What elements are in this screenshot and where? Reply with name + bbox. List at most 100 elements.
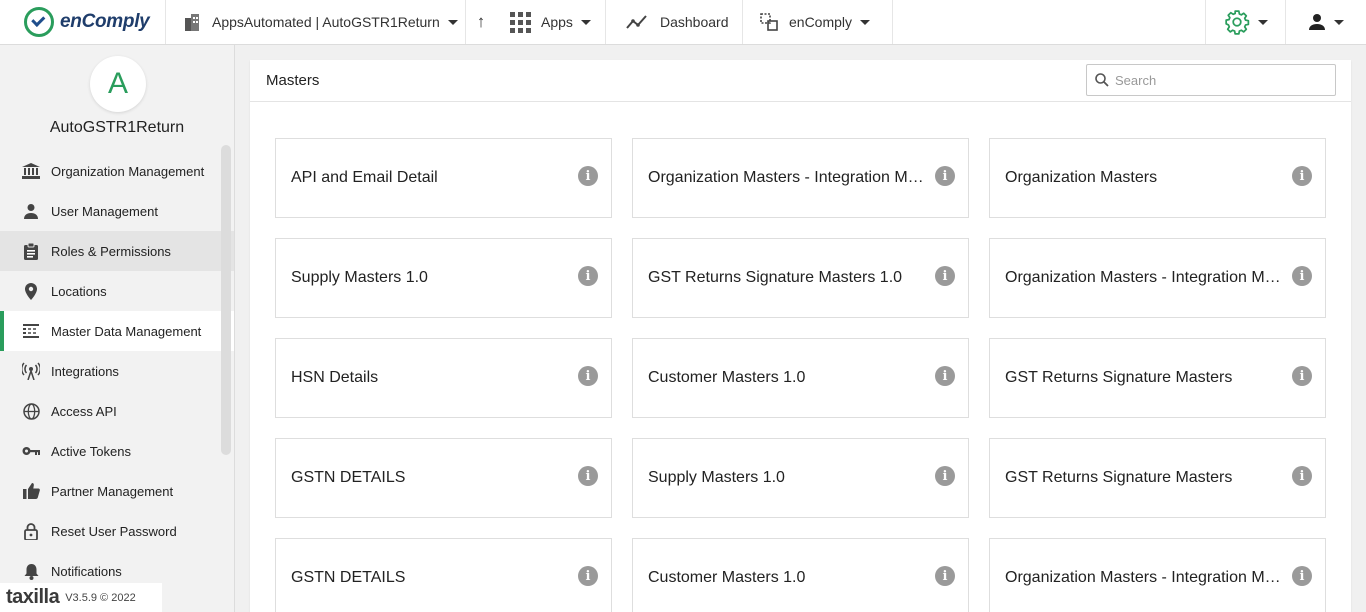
master-card[interactable]: Organization Masters - Integration Maste… (632, 138, 969, 218)
master-card-title: GST Returns Signature Masters (1005, 369, 1233, 386)
search-box[interactable] (1086, 64, 1336, 96)
top-navbar: enComply AppsAutomated | AutoGSTR1Return… (0, 0, 1366, 45)
search-icon (1095, 73, 1109, 87)
master-card[interactable]: Organization Masters - Integration Maste… (989, 538, 1326, 612)
master-card-title: Customer Masters 1.0 (648, 569, 806, 586)
user-menu[interactable] (1286, 0, 1366, 44)
search-input[interactable] (1115, 72, 1315, 88)
apps-label: Apps (541, 14, 573, 30)
sidebar-item-partner-management[interactable]: Partner Management (0, 471, 234, 511)
app-logo[interactable]: enComply (0, 0, 166, 44)
version-label: V3.5.9 © 2022 (65, 591, 136, 604)
user-icon (1309, 14, 1325, 30)
sidebar-item-label: Partner Management (51, 483, 174, 499)
table-icon (22, 322, 40, 340)
info-icon[interactable]: i (578, 166, 598, 186)
info-icon[interactable]: i (578, 366, 598, 386)
sidebar-item-label: Locations (51, 283, 107, 299)
chevron-down-icon (1334, 19, 1344, 25)
info-icon[interactable]: i (578, 466, 598, 486)
sidebar-item-master-data-management[interactable]: Master Data Management (0, 311, 234, 351)
master-card-title: Organization Masters - Integration Maste… (1005, 269, 1285, 286)
info-icon[interactable]: i (935, 466, 955, 486)
encomply-logo-icon (24, 7, 54, 37)
info-icon[interactable]: i (1292, 266, 1312, 286)
master-card[interactable]: GST Returns Signature Masters 1.0 i (632, 238, 969, 318)
info-icon[interactable]: i (1292, 366, 1312, 386)
chevron-down-icon (860, 19, 871, 25)
navbar-spacer (893, 0, 1206, 44)
antenna-icon (22, 362, 40, 380)
masters-panel: Masters API and Email DetailiOrganizatio… (250, 60, 1351, 612)
chevron-down-icon (1257, 19, 1268, 25)
master-card[interactable]: Supply Masters 1.0 i (632, 438, 969, 518)
sidebar-item-user-management[interactable]: User Management (0, 191, 234, 231)
org-selector-label: AppsAutomated | AutoGSTR1Return (212, 14, 440, 30)
settings-menu[interactable] (1206, 0, 1286, 44)
master-card-title: Organization Masters - Integration Maste… (648, 169, 928, 186)
info-icon[interactable]: i (1292, 166, 1312, 186)
info-icon[interactable]: i (578, 566, 598, 586)
trend-chart-icon (626, 15, 647, 29)
master-card[interactable]: Customer Masters 1.0 i (632, 538, 969, 612)
sidebar-item-reset-user-password[interactable]: Reset User Password (0, 511, 234, 551)
info-icon[interactable]: i (578, 266, 598, 286)
apps-menu[interactable]: Apps (496, 0, 606, 44)
sidebar-item-label: User Management (51, 203, 158, 219)
master-card[interactable]: HSN Details i (275, 338, 612, 418)
master-card[interactable]: GST Returns Signature Masters i (989, 338, 1326, 418)
dashboard-link[interactable]: Dashboard (606, 0, 743, 44)
sidebar-item-locations[interactable]: Locations (0, 271, 234, 311)
sidebar-item-roles-permissions[interactable]: Roles & Permissions (0, 231, 234, 271)
master-card[interactable]: Customer Masters 1.0 i (632, 338, 969, 418)
master-card[interactable]: Organization Masters i (989, 138, 1326, 218)
dashboard-label: Dashboard (660, 14, 729, 30)
master-card-title: Supply Masters 1.0 (291, 269, 428, 286)
avatar[interactable]: A (90, 56, 146, 112)
building-icon (185, 14, 199, 31)
sidebar-item-label: Roles & Permissions (51, 243, 171, 259)
master-card[interactable]: Organization Masters - Integration Maste… (989, 238, 1326, 318)
person-icon (22, 202, 40, 220)
info-icon[interactable]: i (935, 266, 955, 286)
info-icon[interactable]: i (935, 566, 955, 586)
taxilla-logo: taxilla (6, 586, 60, 608)
master-card-title: Organization Masters - Integration Maste… (1005, 569, 1285, 586)
master-card[interactable]: GSTN DETAILS i (275, 438, 612, 518)
master-card[interactable]: GSTN DETAILS i (275, 538, 612, 612)
sidebar: A AutoGSTR1Return Organization Managemen… (0, 45, 235, 612)
info-icon[interactable]: i (1292, 466, 1312, 486)
sidebar-item-label: Notifications (51, 563, 122, 579)
page-title: Masters (266, 72, 320, 89)
info-icon[interactable]: i (1292, 566, 1312, 586)
master-card-title: Customer Masters 1.0 (648, 369, 806, 386)
lock-icon (22, 522, 40, 540)
sidebar-item-organization-management[interactable]: Organization Management (0, 151, 234, 191)
product-switcher[interactable]: enComply (743, 0, 893, 44)
info-icon[interactable]: i (935, 366, 955, 386)
org-selector[interactable]: AppsAutomated | AutoGSTR1Return (166, 0, 466, 44)
apps-grid-icon (510, 11, 531, 33)
chevron-down-icon (447, 19, 458, 25)
sidebar-item-label: Integrations (51, 363, 119, 379)
master-card[interactable]: Supply Masters 1.0 i (275, 238, 612, 318)
sidebar-scrollbar[interactable] (221, 145, 231, 455)
location-pin-icon (22, 282, 40, 300)
sidebar-item-access-api[interactable]: Access API (0, 391, 234, 431)
navigate-up-button[interactable]: ↑ (466, 0, 496, 44)
sidebar-item-integrations[interactable]: Integrations (0, 351, 234, 391)
master-card-title: GST Returns Signature Masters (1005, 469, 1233, 486)
bell-icon (22, 562, 40, 580)
arrow-up-icon: ↑ (476, 12, 486, 31)
bank-icon (22, 162, 40, 180)
sidebar-item-label: Organization Management (51, 163, 205, 179)
sidebar-item-label: Access API (51, 403, 117, 419)
master-card[interactable]: GST Returns Signature Masters i (989, 438, 1326, 518)
sidebar-item-label: Active Tokens (51, 443, 131, 459)
master-card-title: API and Email Detail (291, 169, 438, 186)
sidebar-item-active-tokens[interactable]: Active Tokens (0, 431, 234, 471)
info-icon[interactable]: i (935, 166, 955, 186)
master-card-title: GSTN DETAILS (291, 569, 406, 586)
sidebar-item-label: Master Data Management (51, 323, 202, 339)
master-card[interactable]: API and Email Detail i (275, 138, 612, 218)
